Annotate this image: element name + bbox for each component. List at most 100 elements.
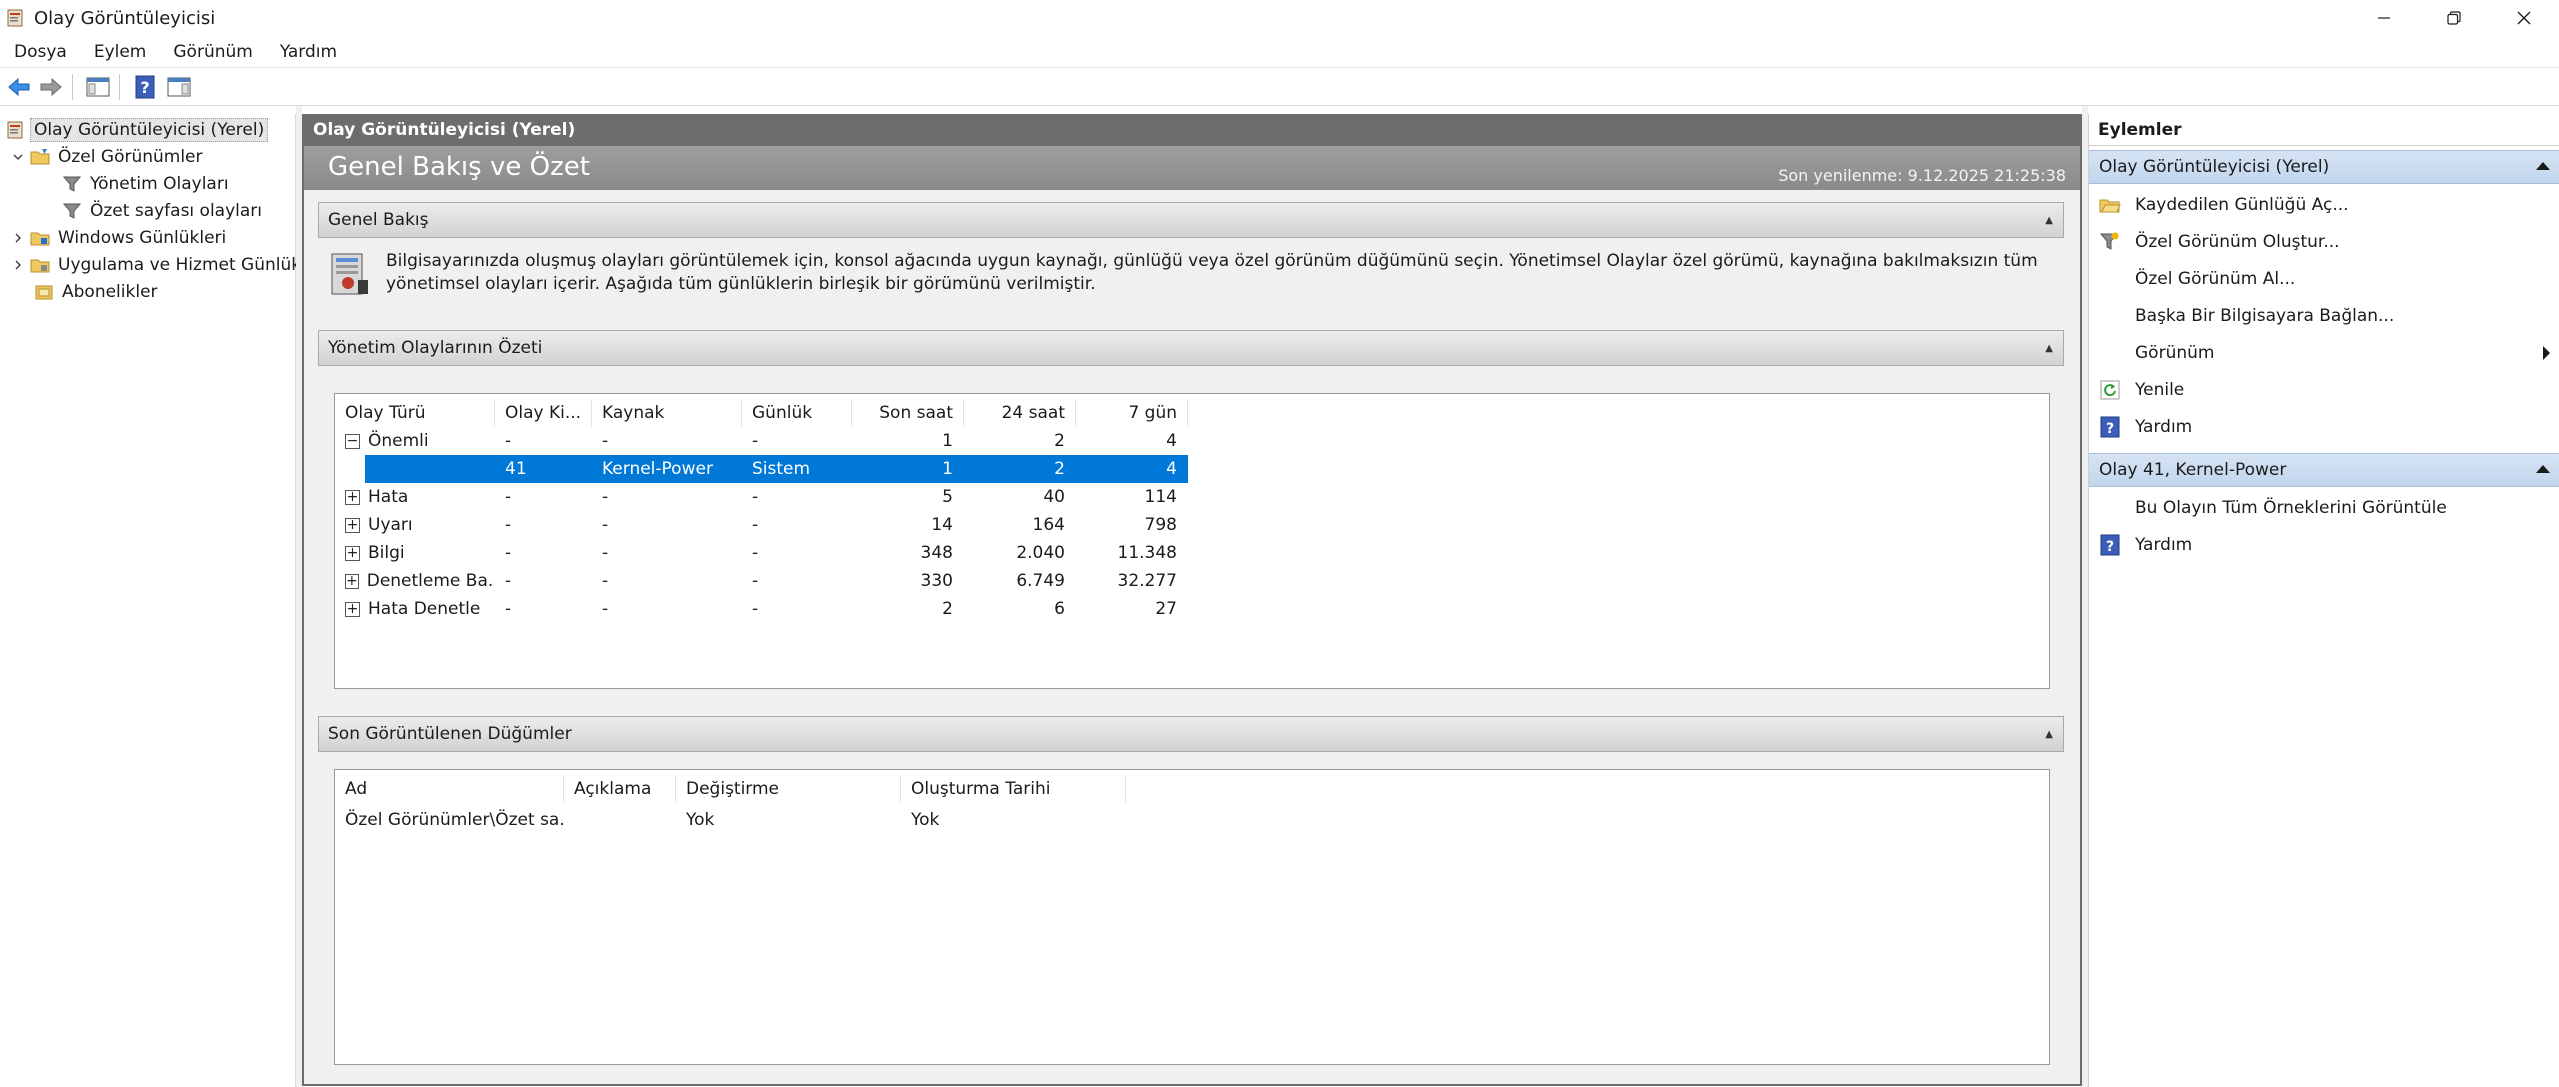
cell-last-hour: 330 xyxy=(920,571,953,591)
column-header[interactable]: Günlük xyxy=(742,399,852,427)
actions-group-event-viewer[interactable]: Olay Görüntüleyicisi (Yerel) xyxy=(2089,150,2559,184)
refresh-icon xyxy=(2099,379,2121,401)
collapse-icon[interactable]: ▲ xyxy=(2045,343,2053,354)
restore-button[interactable] xyxy=(2419,0,2489,36)
column-header[interactable]: Açıklama xyxy=(564,775,676,803)
overview-section-header[interactable]: Genel Bakış ▲ xyxy=(318,202,2064,238)
cell-source: Kernel-Power xyxy=(602,459,713,479)
forward-button[interactable] xyxy=(36,72,66,102)
table-row[interactable]: + Denetleme Ba... - - - 330 6.749 32.277 xyxy=(335,567,1188,595)
cell-log: - xyxy=(752,515,759,535)
column-header[interactable]: Kaynak xyxy=(592,399,742,427)
cell-id: - xyxy=(505,431,512,451)
cell-type: + Denetleme Ba... xyxy=(345,571,495,591)
column-header[interactable]: Son saat xyxy=(852,399,964,427)
expand-box-icon[interactable]: + xyxy=(345,601,360,617)
minimize-button[interactable] xyxy=(2349,0,2419,36)
menu-view[interactable]: Görünüm xyxy=(159,42,265,62)
tree-item-summary-events[interactable]: Özet sayfası olayları xyxy=(62,197,266,224)
action-view-submenu[interactable]: Görünüm xyxy=(2089,334,2559,371)
table-row-selected-wrapper: 41 Kernel-Power Sistem 1 2 4 xyxy=(335,455,1188,483)
table-row[interactable]: + Bilgi - - - 348 2.040 11.348 xyxy=(335,539,1188,567)
cell-log: Sistem xyxy=(752,459,811,479)
column-header[interactable]: Olay Türü xyxy=(335,399,495,427)
collapse-icon[interactable]: ▲ xyxy=(2045,729,2053,740)
action-help[interactable]: ? Yardım xyxy=(2089,408,2559,445)
cell-source: - xyxy=(602,571,609,591)
collapse-up-icon[interactable] xyxy=(2536,465,2550,473)
tree-item-subscriptions[interactable]: Abonelikler xyxy=(34,278,162,305)
window-controls xyxy=(2349,0,2559,36)
action-view-all-instances[interactable]: Bu Olayın Tüm Örneklerini Görüntüle xyxy=(2089,489,2559,526)
cell-id: - xyxy=(505,487,512,507)
expand-box-icon[interactable]: + xyxy=(345,517,360,533)
help-button[interactable]: ? xyxy=(130,72,160,102)
menu-help[interactable]: Yardım xyxy=(266,42,350,62)
cell-log: - xyxy=(752,543,759,563)
table-row[interactable]: − Önemli - - - 1 2 4 xyxy=(335,427,1188,455)
table-row[interactable]: + Uyarı - - - 14 164 798 xyxy=(335,511,1188,539)
cell-24-hours: 40 xyxy=(1043,487,1065,507)
cell-24-hours: 2.040 xyxy=(1016,543,1065,563)
action-create-custom-view[interactable]: Özel Görünüm Oluştur... xyxy=(2089,223,2559,260)
cell-24-hours: 6.749 xyxy=(1016,571,1065,591)
cell-id: - xyxy=(505,571,512,591)
action-connect-another-computer[interactable]: Başka Bir Bilgisayara Bağlan... xyxy=(2089,297,2559,334)
action-help-event[interactable]: ? Yardım xyxy=(2089,526,2559,563)
recent-nodes-table: Ad Açıklama Değiştirme Oluşturma Tarihi … xyxy=(334,769,2050,1065)
menu-action[interactable]: Eylem xyxy=(80,42,160,62)
cell-last-hour: 348 xyxy=(920,543,953,563)
recent-section-header[interactable]: Son Görüntülenen Düğümler ▲ xyxy=(318,716,2064,752)
chevron-down-icon[interactable] xyxy=(10,149,26,165)
summary-section-header[interactable]: Yönetim Olaylarının Özeti ▲ xyxy=(318,330,2064,366)
table-row[interactable]: + Hata Denetle - - - 2 6 27 xyxy=(335,595,1188,623)
action-open-saved-log[interactable]: Kaydedilen Günlüğü Aç... xyxy=(2089,186,2559,223)
column-header[interactable]: 24 saat xyxy=(964,399,1076,427)
cell-last-hour: 1 xyxy=(942,431,953,451)
event-log-info-icon xyxy=(331,253,368,295)
tree-label: Özel Görünümler xyxy=(58,146,203,167)
collapse-box-icon[interactable]: − xyxy=(345,433,360,449)
expand-box-icon[interactable]: + xyxy=(345,489,360,505)
tree-item-windows-logs[interactable]: Windows Günlükleri xyxy=(10,224,230,251)
action-label: Yardım xyxy=(2135,416,2193,437)
tree-item-app-service-logs[interactable]: Uygulama ve Hizmet Günlükl xyxy=(10,251,310,278)
action-label: Yenile xyxy=(2135,379,2185,400)
cell-source: - xyxy=(602,543,609,563)
table-row[interactable]: Özel Görünümler\Özet sa... Yok Yok xyxy=(335,806,1126,834)
column-header[interactable]: Değiştirme xyxy=(676,775,901,803)
svg-text:?: ? xyxy=(2106,421,2114,437)
column-header[interactable]: 7 gün xyxy=(1076,399,1188,427)
cell-type: − Önemli xyxy=(345,431,429,451)
menu-file[interactable]: Dosya xyxy=(0,42,80,62)
show-hide-action-pane-button[interactable] xyxy=(164,72,194,102)
recent-table-header: Ad Açıklama Değiştirme Oluşturma Tarihi xyxy=(335,775,1126,803)
collapse-up-icon[interactable] xyxy=(2536,162,2550,170)
table-row[interactable]: + Hata - - - 5 40 114 xyxy=(335,483,1188,511)
collapse-icon[interactable]: ▲ xyxy=(2045,215,2053,226)
action-import-custom-view[interactable]: Özel Görünüm Al... xyxy=(2089,260,2559,297)
action-refresh[interactable]: Yenile xyxy=(2089,371,2559,408)
tree-item-admin-events[interactable]: Yönetim Olayları xyxy=(62,170,233,197)
chevron-right-icon[interactable] xyxy=(10,257,26,273)
cell-7-days: 4 xyxy=(1166,431,1177,451)
event-viewer-app-icon xyxy=(7,9,23,27)
back-button[interactable] xyxy=(4,72,34,102)
column-header[interactable]: Oluşturma Tarihi xyxy=(901,775,1126,803)
toolbar-separator xyxy=(72,73,73,100)
filter-icon xyxy=(62,203,82,219)
summary-table-header: Olay Türü Olay Ki... Kaynak Günlük Son s… xyxy=(335,399,1188,427)
expand-box-icon[interactable]: + xyxy=(345,573,359,589)
show-hide-console-tree-button[interactable] xyxy=(83,72,113,102)
chevron-right-icon[interactable] xyxy=(10,230,26,246)
tree-item-root[interactable]: Olay Görüntüleyicisi (Yerel) xyxy=(6,116,269,143)
cell-id: - xyxy=(505,599,512,619)
overview-summary-panel: Genel Bakış ve Özet Son yenilenme: 9.12.… xyxy=(302,146,2082,1086)
actions-group-event-41[interactable]: Olay 41, Kernel-Power xyxy=(2089,453,2559,487)
table-row-selected[interactable]: 41 Kernel-Power Sistem 1 2 4 xyxy=(365,455,1188,483)
tree-item-custom-views[interactable]: Özel Görünümler xyxy=(10,143,207,170)
column-header[interactable]: Olay Ki... xyxy=(495,399,592,427)
column-header[interactable]: Ad xyxy=(335,775,564,803)
expand-box-icon[interactable]: + xyxy=(345,545,360,561)
close-button[interactable] xyxy=(2489,0,2559,36)
